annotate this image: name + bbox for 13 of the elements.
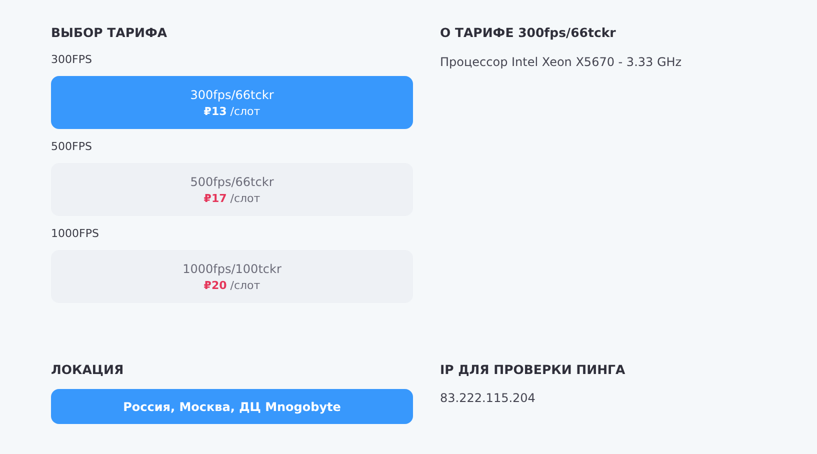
tariff-option[interactable]: 500fps/66tckr ₽17 /слот bbox=[51, 163, 413, 216]
group-label: 300FPS bbox=[51, 53, 92, 67]
section-title: IP ДЛЯ ПРОВЕРКИ ПИНГА bbox=[440, 361, 626, 379]
ip-address: 83.222.115.204 bbox=[440, 391, 536, 405]
tariff-option[interactable]: 300fps/66tckr ₽13 /слот bbox=[51, 76, 413, 129]
group-label: 1000FPS bbox=[51, 227, 99, 241]
section-title: ВЫБОР ТАРИФА bbox=[51, 24, 168, 42]
location-button[interactable]: Россия, Москва, ДЦ Mnogobyte bbox=[51, 389, 413, 424]
tariff-option[interactable]: 1000fps/100tckr ₽20 /слот bbox=[51, 250, 413, 303]
section-title: О ТАРИФЕ 300fps/66tckr bbox=[440, 24, 616, 42]
tariff-description: Процессор Intel Xeon X5670 - 3.33 GHz bbox=[440, 55, 682, 69]
section-title: ЛОКАЦИЯ bbox=[51, 361, 124, 379]
group-label: 500FPS bbox=[51, 140, 92, 154]
